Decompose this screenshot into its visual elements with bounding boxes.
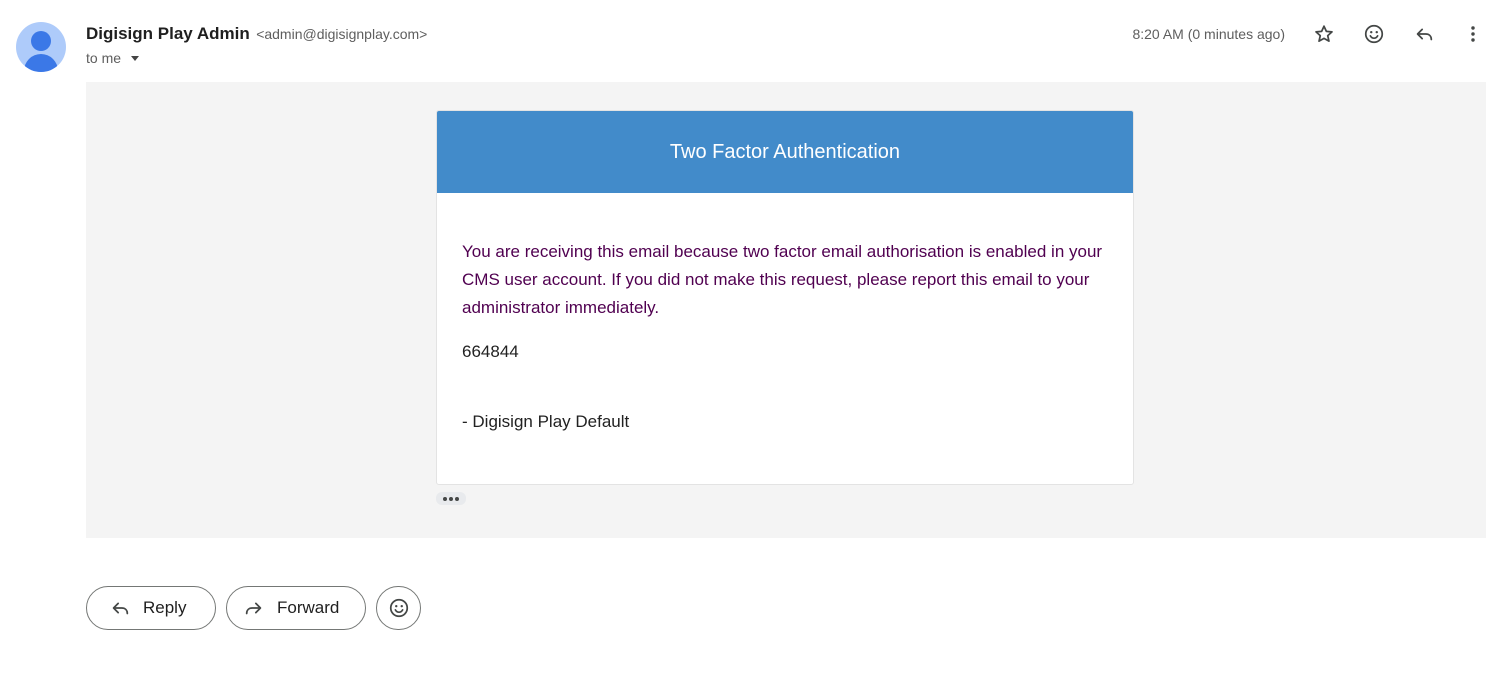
- card-header: Two Factor Authentication: [437, 111, 1133, 193]
- email-signature: - Digisign Play Default: [462, 412, 630, 431]
- forward-icon: [245, 602, 262, 615]
- star-icon[interactable]: [1312, 22, 1336, 46]
- reply-icon: [112, 602, 129, 615]
- recipient-toggle[interactable]: to me: [86, 50, 140, 66]
- authentication-card: Two Factor Authentication You are receiv…: [436, 110, 1134, 485]
- forward-label: Forward: [277, 598, 340, 617]
- card-body: You are receiving this email because two…: [437, 193, 1133, 434]
- email-message: You are receiving this email because two…: [462, 242, 1103, 317]
- sender-line: Digisign Play Admin <admin@digisignplay.…: [86, 22, 427, 46]
- forward-button[interactable]: Forward: [226, 586, 366, 630]
- emoji-reaction-icon[interactable]: [1362, 22, 1386, 46]
- emoji-icon: [389, 598, 408, 618]
- sender-email[interactable]: <admin@digisignplay.com>: [256, 26, 427, 42]
- caret-down-icon: [131, 56, 140, 61]
- sender-avatar[interactable]: [16, 22, 66, 72]
- reply-icon[interactable]: [1412, 22, 1436, 46]
- more-options-icon[interactable]: [1461, 22, 1485, 46]
- recipient-label: to me: [86, 50, 122, 66]
- add-reaction-button[interactable]: [376, 586, 421, 630]
- avatar-body-shape: [24, 54, 58, 72]
- reply-label: Reply: [143, 598, 187, 617]
- card-title: Two Factor Authentication: [669, 140, 901, 163]
- verification-code: 664844: [462, 342, 519, 361]
- sender-name[interactable]: Digisign Play Admin: [86, 24, 250, 43]
- ellipsis-dot: [443, 496, 447, 501]
- ellipsis-dot: [449, 496, 453, 501]
- avatar-head-shape: [31, 31, 51, 51]
- show-trimmed-content-button[interactable]: [436, 492, 466, 505]
- reply-button[interactable]: Reply: [86, 586, 216, 630]
- message-timestamp: 8:20 AM (0 minutes ago): [1132, 26, 1285, 42]
- ellipsis-dot: [455, 496, 459, 501]
